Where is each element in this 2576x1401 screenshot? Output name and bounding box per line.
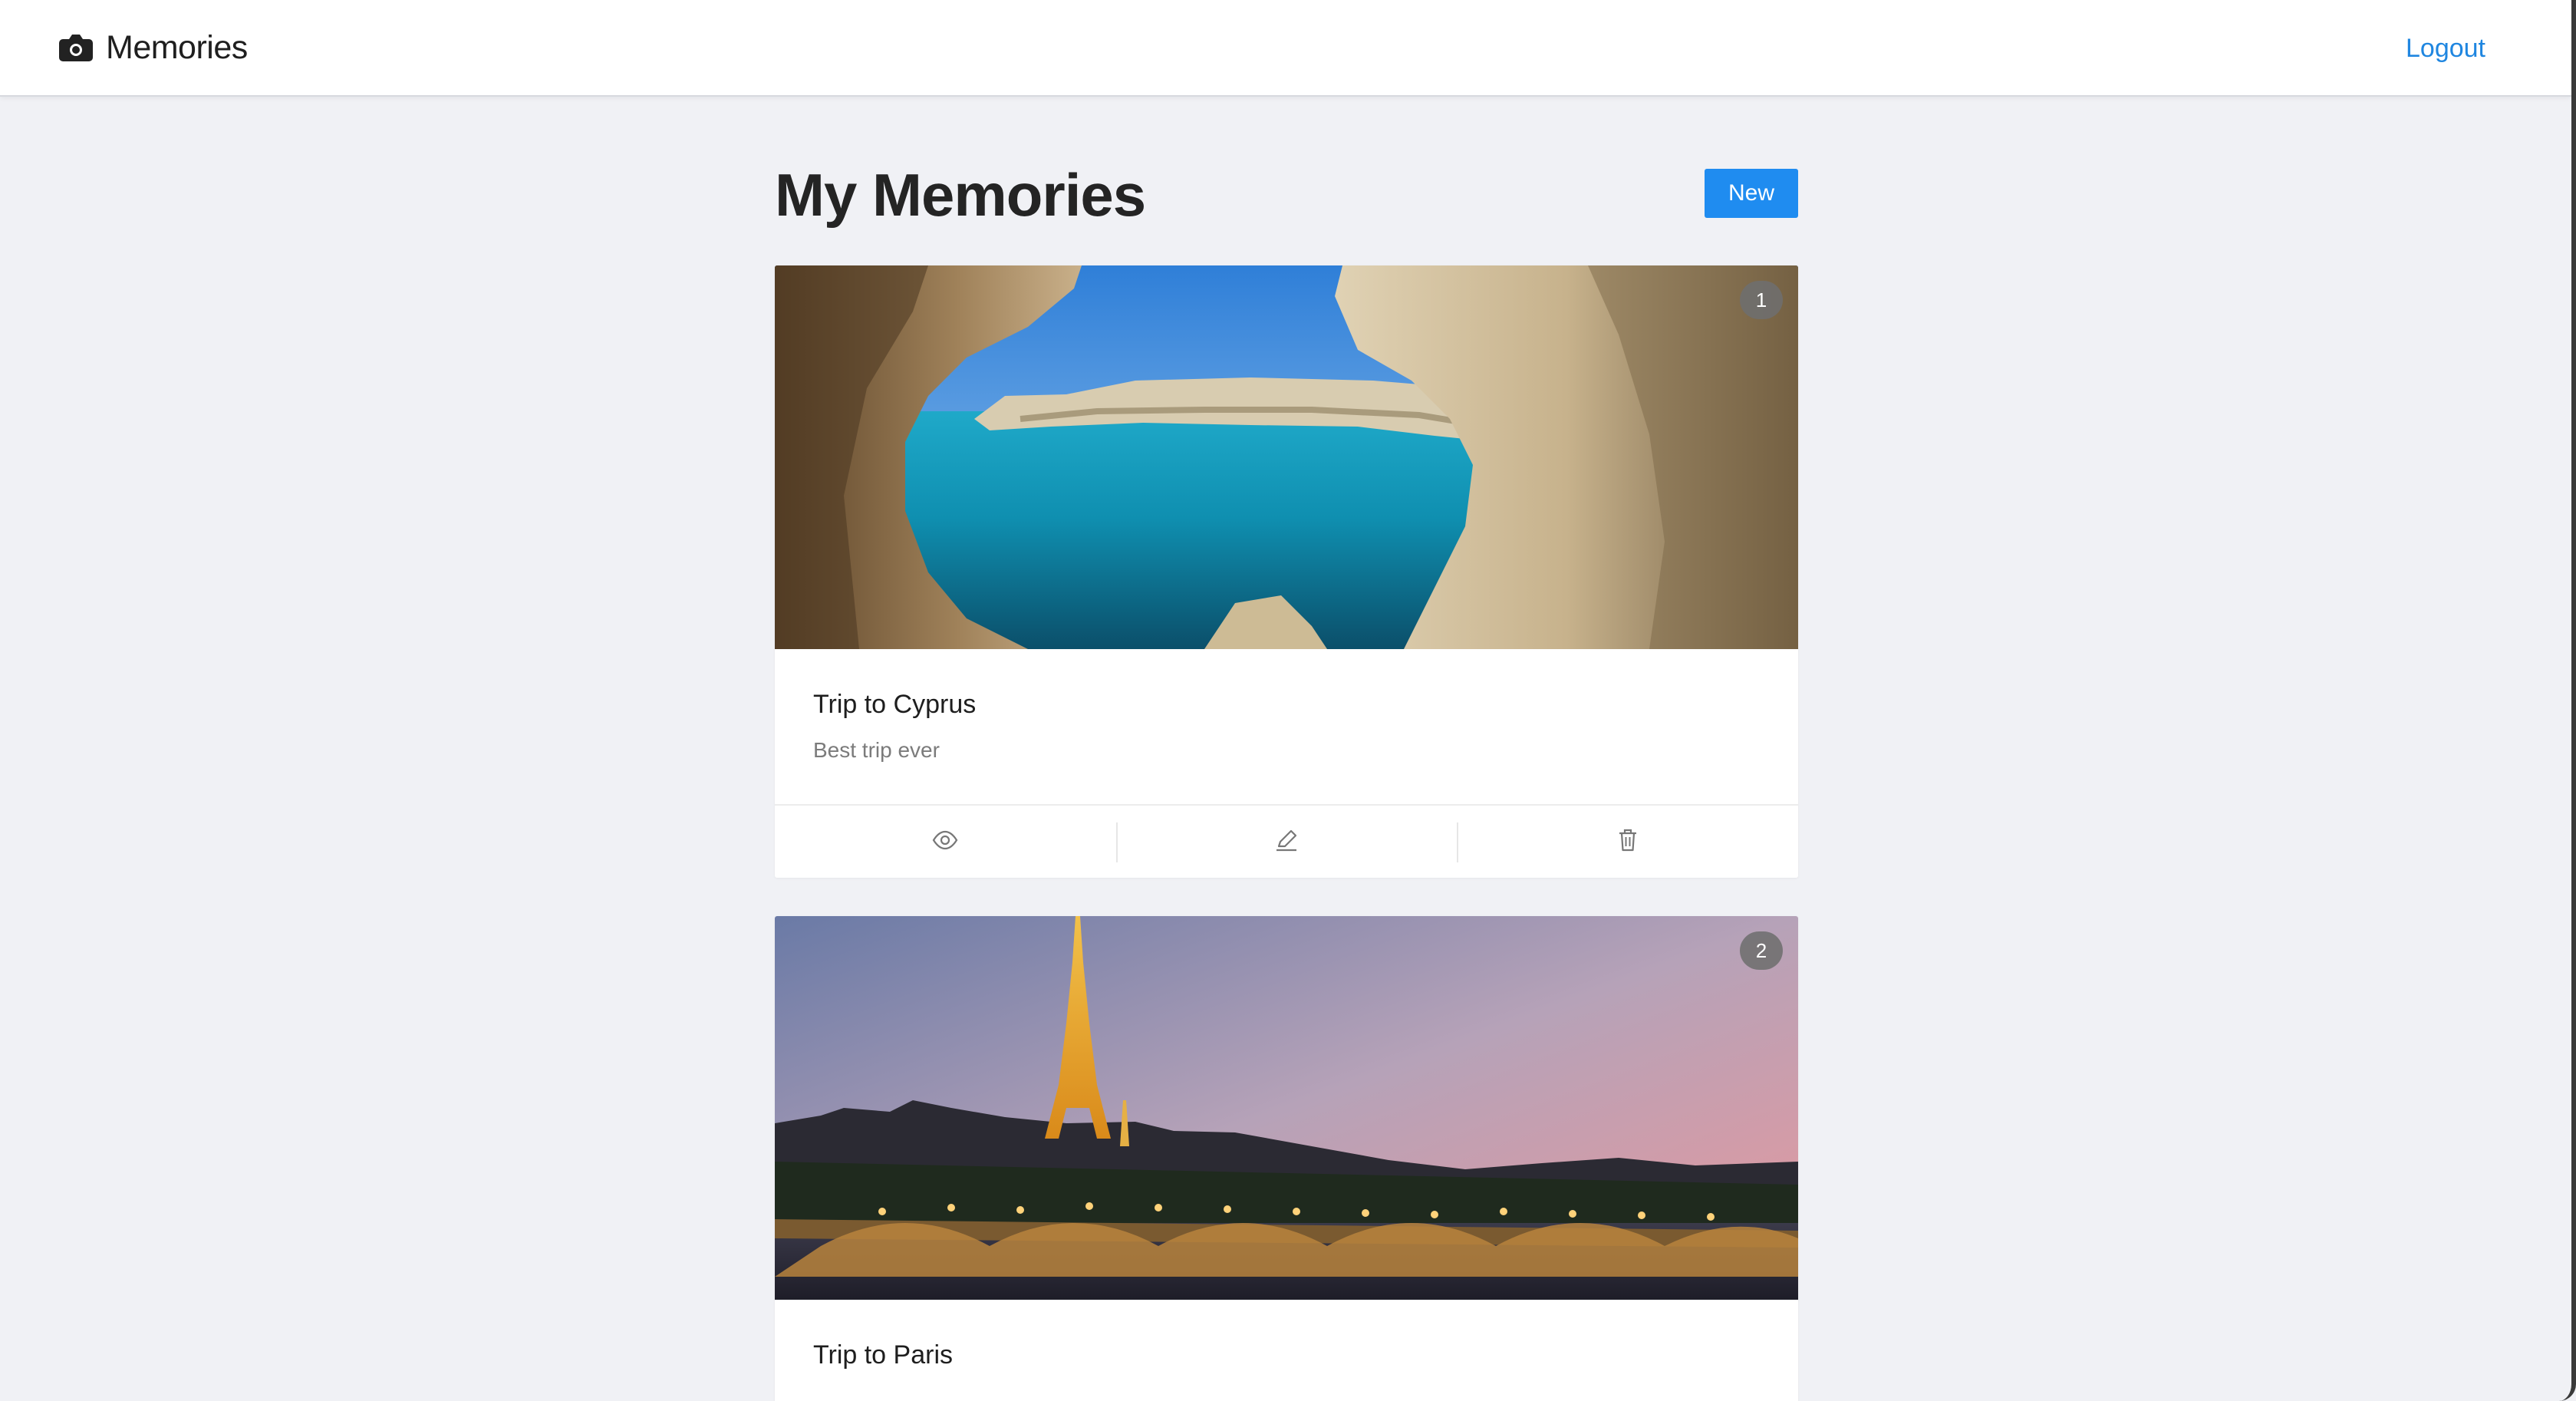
memory-actions [775,804,1798,878]
pencil-icon [1273,826,1300,858]
memory-card-body: Trip to Cyprus Best trip ever [775,649,1798,804]
logout-link[interactable]: Logout [2406,29,2485,68]
delete-memory-button[interactable] [1457,806,1798,878]
edit-memory-button[interactable] [1115,806,1458,878]
memory-number-badge: 2 [1740,931,1783,970]
memory-image[interactable]: 2 [775,916,1798,1300]
top-navbar: Memories Logout [0,0,2571,97]
page-title: My Memories [775,161,1146,229]
memory-title: Trip to Cyprus [813,690,977,719]
memory-image[interactable]: 1 [775,265,1798,649]
memory-card: 2 Trip to Paris [775,916,1798,1401]
memory-title: Trip to Paris [813,1340,954,1370]
page-header: My Memories New [775,97,1798,265]
brand-label: Memories [106,29,248,66]
memory-card-body: Trip to Paris [775,1300,1798,1401]
memory-card: 1 Trip to Cyprus Best trip ever [775,265,1798,878]
memories-list: My Memories New 1 Trip to Cyprus Best tr… [775,97,1798,1401]
memory-number-badge: 1 [1740,281,1783,319]
trash-icon [1614,826,1642,858]
paris-photo [775,916,1798,1300]
app-window: Memories Logout My Memories New 1 Trip t… [0,0,2576,1401]
new-memory-button[interactable]: New [1705,169,1798,218]
camera-icon [58,33,94,62]
memory-description: Best trip ever [813,738,940,762]
eye-icon [931,826,959,858]
cyprus-photo [775,265,1798,649]
brand-link[interactable]: Memories [58,26,248,69]
view-memory-button[interactable] [775,806,1116,878]
